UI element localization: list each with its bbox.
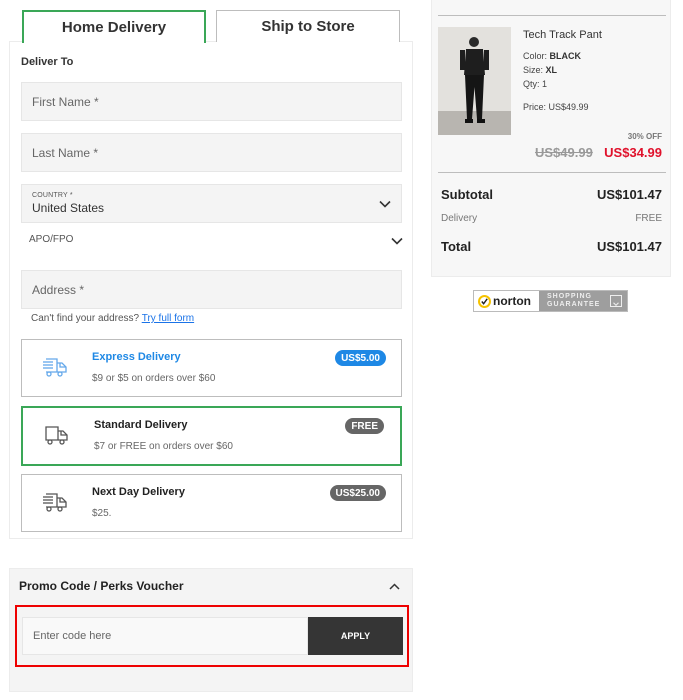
fast-truck-icon bbox=[43, 493, 67, 512]
promo-section: Promo Code / Perks Voucher APPLY bbox=[9, 568, 413, 692]
last-name-input[interactable] bbox=[32, 145, 401, 160]
country-value: United States bbox=[32, 201, 105, 215]
subtotal-value: US$101.47 bbox=[596, 187, 662, 202]
total-row: Total US$101.47 bbox=[441, 239, 662, 254]
norton-guarantee: SHOPPING GUARANTEE bbox=[539, 291, 627, 311]
apo-fpo-toggle[interactable]: APO/FPO bbox=[29, 234, 403, 248]
tab-home-delivery[interactable]: Home Delivery bbox=[22, 10, 206, 43]
fast-truck-icon bbox=[43, 358, 67, 377]
apo-fpo-label: APO/FPO bbox=[29, 234, 74, 245]
cant-find-text: Can't find your address? bbox=[31, 313, 140, 324]
delivery-option-express[interactable]: Express Delivery $9 or $5 on orders over… bbox=[21, 339, 402, 397]
country-select[interactable]: COUNTRY * United States bbox=[21, 184, 402, 223]
norton-shopping-guarantee-badge[interactable]: norton SHOPPING GUARANTEE bbox=[473, 290, 628, 312]
standard-price-badge: FREE bbox=[345, 418, 384, 434]
last-name-field[interactable] bbox=[21, 133, 402, 172]
subtotal-row: Subtotal US$101.47 bbox=[441, 187, 662, 202]
chevron-up-icon[interactable] bbox=[389, 583, 400, 590]
first-name-input[interactable] bbox=[32, 94, 401, 109]
discount-label: 30% OFF bbox=[627, 132, 662, 141]
product-image bbox=[438, 27, 511, 135]
truck-icon bbox=[45, 426, 68, 445]
norton-check-icon bbox=[478, 294, 491, 308]
original-price: US$49.99 bbox=[535, 145, 593, 160]
standard-title: Standard Delivery bbox=[94, 419, 188, 431]
subtotal-label: Subtotal bbox=[441, 187, 493, 202]
try-full-form-link[interactable]: Try full form bbox=[142, 313, 194, 324]
norton-logo: norton bbox=[474, 291, 539, 311]
express-title: Express Delivery bbox=[92, 351, 181, 363]
express-price-badge: US$5.00 bbox=[335, 350, 386, 366]
delivery-value: FREE bbox=[635, 213, 662, 224]
next-day-price-badge: US$25.00 bbox=[329, 485, 386, 501]
product-name[interactable]: Tech Track Pant bbox=[523, 29, 602, 41]
chevron-down-icon bbox=[391, 237, 403, 245]
address-help: Can't find your address? Try full form bbox=[31, 313, 194, 324]
product-size: Size: XL bbox=[523, 65, 558, 75]
promo-code-input[interactable] bbox=[22, 617, 308, 655]
product-price: Price: US$49.99 bbox=[523, 102, 589, 112]
delivery-panel: Deliver To COUNTRY * United States APO/F… bbox=[9, 41, 413, 539]
next-day-title: Next Day Delivery bbox=[92, 486, 185, 498]
next-day-desc: $25. bbox=[92, 508, 112, 519]
chevron-down-icon[interactable] bbox=[610, 295, 622, 307]
delivery-option-next-day[interactable]: Next Day Delivery $25. US$25.00 bbox=[21, 474, 402, 532]
first-name-field[interactable] bbox=[21, 82, 402, 121]
chevron-down-icon bbox=[379, 200, 391, 208]
total-value: US$101.47 bbox=[596, 239, 662, 254]
express-desc: $9 or $5 on orders over $60 bbox=[92, 373, 216, 384]
address-input[interactable] bbox=[32, 282, 401, 297]
total-label: Total bbox=[441, 239, 472, 254]
delivery-row: Delivery FREE bbox=[441, 213, 662, 224]
deliver-to-heading: Deliver To bbox=[21, 56, 74, 68]
delivery-option-standard[interactable]: Standard Delivery $7 or FREE on orders o… bbox=[21, 406, 402, 466]
country-label: COUNTRY * bbox=[32, 192, 73, 199]
product-qty: Qty: 1 bbox=[523, 79, 548, 89]
product-color: Color: BLACK bbox=[523, 51, 582, 61]
promo-title: Promo Code / Perks Voucher bbox=[19, 579, 184, 593]
standard-desc: $7 or FREE on orders over $60 bbox=[94, 441, 233, 452]
divider bbox=[438, 172, 666, 173]
tab-ship-to-store[interactable]: Ship to Store bbox=[216, 10, 400, 42]
delivery-label: Delivery bbox=[441, 213, 478, 224]
address-field[interactable] bbox=[21, 270, 402, 309]
apply-button[interactable]: APPLY bbox=[308, 617, 403, 655]
order-summary: Tech Track Pant Color: BLACK Size: XL Qt… bbox=[431, 0, 671, 277]
divider bbox=[438, 15, 666, 16]
sale-price: US$34.99 bbox=[604, 145, 662, 160]
